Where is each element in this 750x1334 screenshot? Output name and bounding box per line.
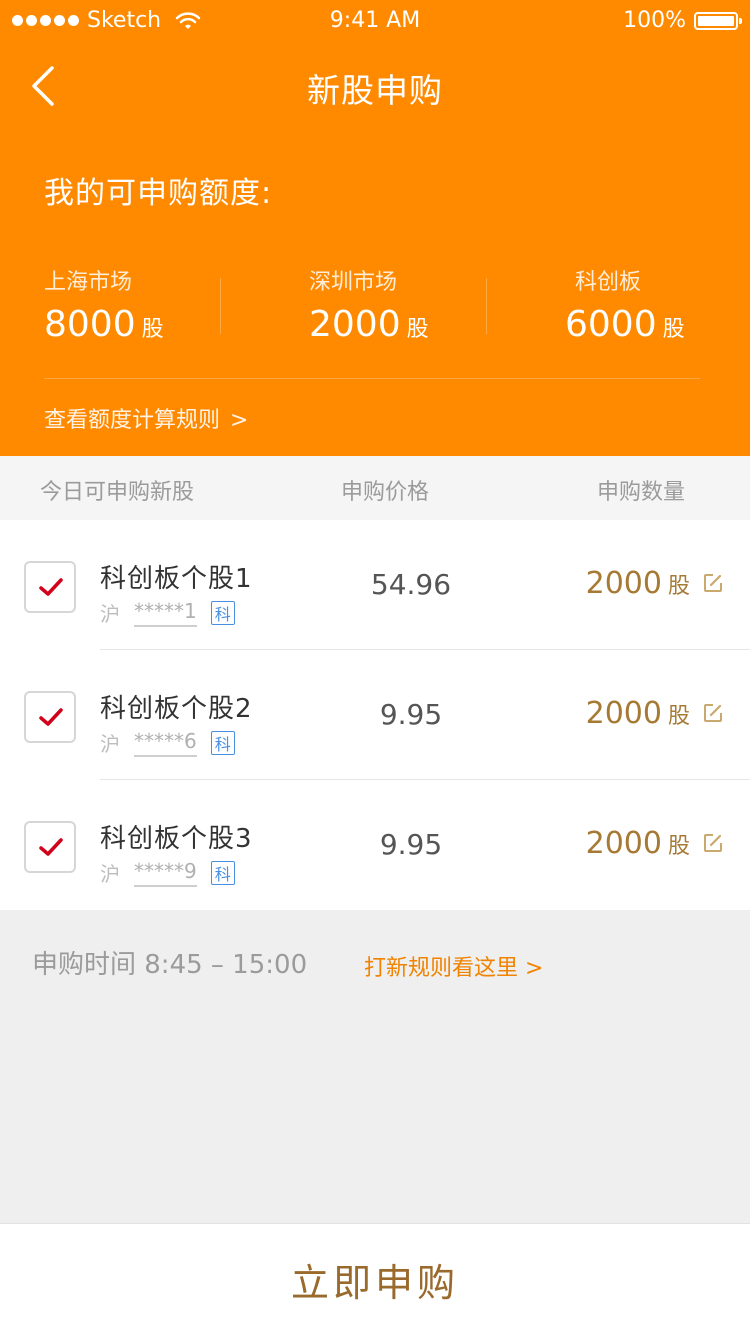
edit-icon[interactable] <box>702 832 724 854</box>
stock-checkbox[interactable] <box>24 821 76 873</box>
table-header: 今日可申购新股 申购价格 申购数量 <box>0 456 750 520</box>
exchange-label: 沪 <box>100 732 120 756</box>
stock-meta: 沪 *****9 科 <box>100 858 235 887</box>
market-shanghai: 上海市场 8000 股 <box>44 264 264 345</box>
chevron-right-icon: > <box>230 408 249 433</box>
table-row[interactable]: 科创板个股2 沪 *****6 科 9.95 2000 股 <box>0 650 750 780</box>
stock-code: *****1 <box>134 599 197 627</box>
battery-icon <box>694 11 742 30</box>
header-panel: Sketch 9:41 AM 100% 新股申购 我的可申购额度: 上海市场 8… <box>0 0 750 456</box>
stock-meta: 沪 *****1 科 <box>100 598 235 627</box>
market-label: 深圳市场 <box>309 270 398 295</box>
market-amount: 8000 股 <box>44 304 164 345</box>
board-tag: 科 <box>210 600 235 625</box>
market-label: 上海市场 <box>44 270 133 295</box>
stock-qty: 2000 股 <box>585 696 690 731</box>
ipo-rules-link[interactable]: 打新规则看这里 > <box>364 950 543 982</box>
stock-price: 9.95 <box>379 698 443 731</box>
edit-icon[interactable] <box>702 572 724 594</box>
header-qty: 申购数量 <box>597 480 686 505</box>
market-star: 科创板 6000 股 <box>565 264 750 345</box>
stock-name: 科创板个股3 <box>100 824 253 854</box>
exchange-label: 沪 <box>100 602 120 626</box>
stock-code: *****9 <box>134 859 197 887</box>
table-row[interactable]: 科创板个股1 沪 *****1 科 54.96 2000 股 <box>0 520 750 650</box>
subscribe-now-button[interactable]: 立即申购 <box>0 1252 750 1307</box>
market-amount: 6000 股 <box>565 304 685 345</box>
stock-checkbox[interactable] <box>24 691 76 743</box>
checkmark-icon <box>39 838 63 856</box>
battery-percent: 100% <box>623 8 686 33</box>
divider <box>486 278 487 334</box>
edit-icon[interactable] <box>702 702 724 724</box>
checkmark-icon <box>39 578 63 596</box>
stock-price: 54.96 <box>370 568 452 601</box>
header-stock: 今日可申购新股 <box>40 480 195 505</box>
status-bar: Sketch 9:41 AM 100% <box>0 0 750 40</box>
exchange-label: 沪 <box>100 862 120 886</box>
quota-rules-link[interactable]: 查看额度计算规则 > <box>44 402 248 434</box>
stock-name: 科创板个股2 <box>100 694 253 724</box>
stock-qty: 2000 股 <box>585 826 690 861</box>
stock-code: *****6 <box>134 729 197 757</box>
subscribe-time: 申购时间 8:45 – 15:00 <box>32 950 308 980</box>
quota-title: 我的可申购额度: <box>44 176 273 211</box>
divider <box>220 278 221 334</box>
stock-price: 9.95 <box>379 828 443 861</box>
header-price: 申购价格 <box>341 480 430 505</box>
stock-checkbox[interactable] <box>24 561 76 613</box>
market-amount: 2000 股 <box>309 304 429 345</box>
bottom-bar: 立即申购 <box>0 1223 750 1334</box>
page-title: 新股申购 <box>307 71 443 110</box>
board-tag: 科 <box>210 730 235 755</box>
market-label: 科创板 <box>575 270 642 295</box>
stock-qty: 2000 股 <box>585 566 690 601</box>
status-right: 100% <box>623 8 742 33</box>
stock-list: 科创板个股1 沪 *****1 科 54.96 2000 股 科创板个股2 沪 *… <box>0 520 750 910</box>
table-row[interactable]: 科创板个股3 沪 *****9 科 9.95 2000 股 <box>0 780 750 910</box>
stock-name: 科创板个股1 <box>100 564 253 594</box>
market-shenzhen: 深圳市场 2000 股 <box>309 264 529 345</box>
stock-meta: 沪 *****6 科 <box>100 728 235 757</box>
divider <box>44 378 700 379</box>
board-tag: 科 <box>210 860 235 885</box>
checkmark-icon <box>39 708 63 726</box>
